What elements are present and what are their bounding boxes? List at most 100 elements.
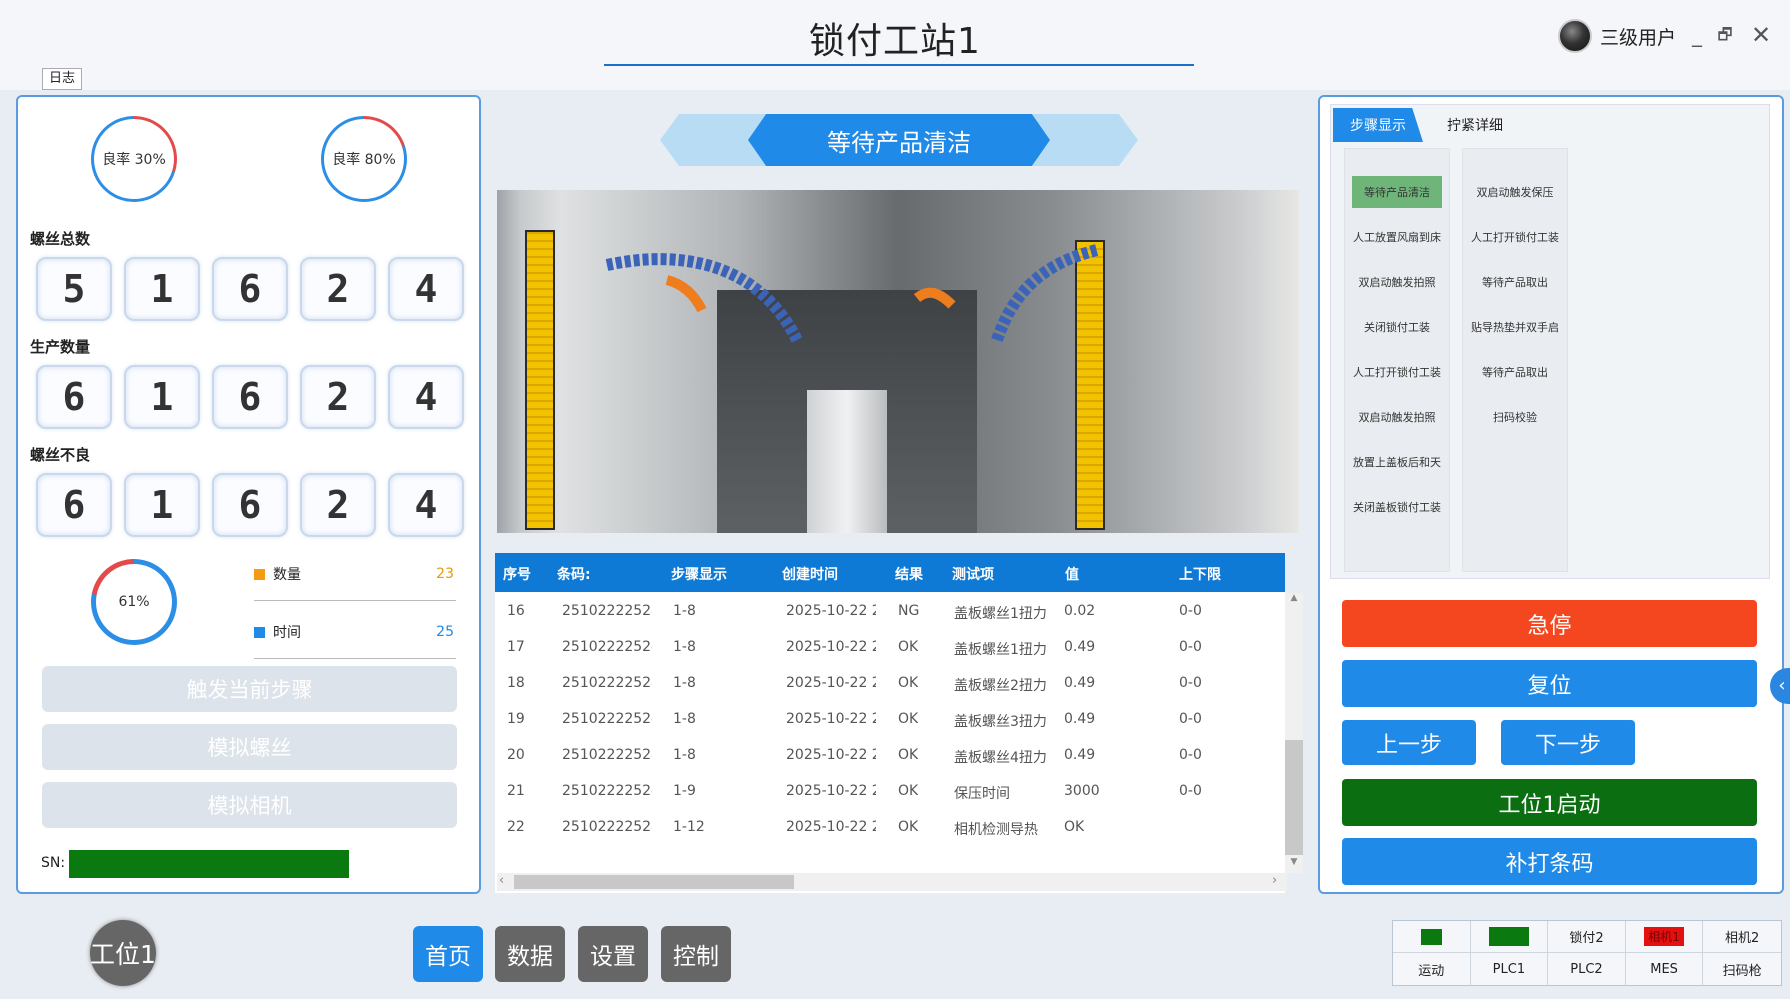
- trigger-step-button[interactable]: 触发当前步骤: [42, 666, 457, 712]
- scroll-right-icon[interactable]: ›: [1272, 873, 1284, 891]
- reset-button[interactable]: 复位: [1342, 660, 1757, 707]
- close-icon[interactable]: ✕: [1748, 22, 1774, 48]
- col-header: 结果: [895, 567, 923, 583]
- cell: 22: [507, 819, 525, 835]
- step-item[interactable]: 关闭盖板锁付工装: [1352, 491, 1442, 523]
- table-row[interactable]: 18 25102222524 1-8 2025-10-22 2 OK 盖板螺丝2…: [495, 666, 1285, 702]
- production-label: 生产数量: [30, 338, 91, 356]
- status-cell-mes: MES: [1626, 953, 1704, 985]
- status-cell-plc2: PLC2: [1548, 953, 1626, 985]
- step-item[interactable]: 贴导热垫并双手启: [1470, 311, 1560, 343]
- col-header: 条码:: [557, 567, 591, 583]
- avatar[interactable]: [1558, 19, 1592, 53]
- digit: 4: [388, 257, 464, 321]
- cell: 1-8: [673, 711, 696, 727]
- horizontal-scroll-thumb[interactable]: [514, 875, 794, 889]
- yield-ring-2: 良率 80%: [321, 116, 407, 202]
- step-item[interactable]: 等待产品取出: [1470, 356, 1560, 388]
- yield-ring-1-label: 良率 30%: [94, 119, 174, 199]
- legend-time: 时间 25: [254, 622, 454, 642]
- nav-data[interactable]: 数据: [495, 926, 565, 982]
- digit: 4: [388, 473, 464, 537]
- log-tab[interactable]: 日志: [42, 68, 82, 90]
- station-badge[interactable]: 工位1: [90, 920, 156, 986]
- table-row[interactable]: 17 25102222524 1-8 2025-10-22 2 OK 盖板螺丝1…: [495, 630, 1285, 666]
- digit: 1: [124, 257, 200, 321]
- tab-steps[interactable]: 步骤显示: [1333, 108, 1423, 142]
- table-row[interactable]: 16 25102222524 1-8 2025-10-22 2 NG 盖板螺丝1…: [495, 594, 1285, 630]
- status-cell-camera1: 相机1: [1625, 921, 1704, 953]
- status-cell-lock2: 锁付2: [1548, 921, 1626, 953]
- table-row[interactable]: 21 25102222524 1-9 2025-10-22 2 OK 保压时间 …: [495, 774, 1285, 810]
- simulate-screw-button[interactable]: 模拟螺丝: [42, 724, 457, 770]
- step-item[interactable]: 关闭锁付工装: [1352, 311, 1442, 343]
- cell: 18: [507, 675, 525, 691]
- table-row[interactable]: 19 25102222524 1-8 2025-10-22 2 OK 盖板螺丝3…: [495, 702, 1285, 738]
- title-underline: [604, 64, 1194, 66]
- minimize-icon[interactable]: _: [1684, 22, 1710, 48]
- step-item[interactable]: 等待产品清洁: [1352, 176, 1442, 208]
- tab-tighten-detail[interactable]: 拧紧详细: [1430, 108, 1520, 142]
- camera-view: [497, 190, 1299, 533]
- progress-donut: 61%: [91, 559, 177, 645]
- next-step-button[interactable]: 下一步: [1501, 720, 1635, 765]
- status-lamp: IO: [1420, 928, 1442, 945]
- status-cell-lock1: 锁付1: [1470, 921, 1549, 953]
- cell: 3000: [1064, 783, 1100, 799]
- scroll-left-icon[interactable]: ‹: [499, 873, 511, 891]
- scroll-down-icon[interactable]: ▼: [1285, 857, 1303, 871]
- vertical-scroll-thumb[interactable]: [1285, 740, 1303, 855]
- cell: 1-8: [673, 747, 696, 763]
- status-banner: 等待产品清洁: [748, 114, 1050, 166]
- cell: 0-0: [1179, 783, 1202, 799]
- nav-settings[interactable]: 设置: [578, 926, 648, 982]
- cell: OK: [898, 639, 919, 655]
- records-table: 序号 条码: 步骤显示 创建时间 结果 测试项 值 上下限 16 2510222…: [495, 553, 1285, 893]
- sn-field[interactable]: [69, 850, 349, 878]
- restore-icon[interactable]: 🗗: [1712, 22, 1738, 48]
- screw-bad-label: 螺丝不良: [30, 446, 91, 464]
- step-item[interactable]: 扫码校验: [1470, 401, 1560, 433]
- cell: 0-0: [1179, 747, 1202, 763]
- digit: 2: [300, 473, 376, 537]
- cell: OK: [898, 747, 919, 763]
- user-info[interactable]: 三级用户: [1558, 18, 1676, 54]
- cell: 盖板螺丝2扭力: [954, 678, 1046, 694]
- step-item[interactable]: 双启动触发拍照: [1352, 401, 1442, 433]
- divider: [254, 600, 456, 601]
- step-item[interactable]: 人工打开锁付工装: [1470, 221, 1560, 253]
- col-header: 上下限: [1179, 567, 1221, 583]
- step-item[interactable]: 人工放置风扇到床: [1352, 221, 1442, 253]
- cell: 2025-10-22 2: [786, 639, 876, 655]
- step-item[interactable]: 等待产品取出: [1470, 266, 1560, 298]
- simulate-camera-button[interactable]: 模拟相机: [42, 782, 457, 828]
- reprint-barcode-button[interactable]: 补打条码: [1342, 838, 1757, 885]
- cell: 0.49: [1064, 747, 1096, 763]
- yield-ring-1: 良率 30%: [91, 116, 177, 202]
- col-header: 步骤显示: [671, 567, 727, 583]
- station-start-button[interactable]: 工位1启动: [1342, 779, 1757, 826]
- cell: 0-0: [1179, 603, 1202, 619]
- table-row[interactable]: 22 25102222524 1-12 2025-10-22 2 OK 相机检测…: [495, 810, 1285, 846]
- step-item[interactable]: 放置上盖板后和天: [1352, 446, 1442, 478]
- nozzle-pipes: [605, 244, 1099, 343]
- nav-control[interactable]: 控制: [661, 926, 731, 982]
- digit: 2: [300, 365, 376, 429]
- cell: 2025-10-22 2: [786, 603, 876, 619]
- cell: OK: [898, 675, 919, 691]
- emergency-stop-button[interactable]: 急停: [1342, 600, 1757, 647]
- status-cell-camera2: 相机2: [1703, 921, 1781, 953]
- legend-quantity: 数量 23: [254, 564, 454, 584]
- device-status-grid: IO 锁付1 锁付2 相机1 相机2 运动 PLC1 PLC2 MES 扫码枪: [1392, 920, 1782, 986]
- page-title: 锁付工站1: [809, 21, 981, 62]
- prev-step-button[interactable]: 上一步: [1342, 720, 1476, 765]
- legend-swatch: [254, 568, 265, 580]
- table-row[interactable]: 20 25102222524 1-8 2025-10-22 2 OK 盖板螺丝4…: [495, 738, 1285, 774]
- step-item[interactable]: 双启动触发保压: [1470, 176, 1560, 208]
- cell: 0-0: [1179, 711, 1202, 727]
- step-item[interactable]: 双启动触发拍照: [1352, 266, 1442, 298]
- cell: 1-12: [673, 819, 705, 835]
- scroll-up-icon[interactable]: ▲: [1285, 593, 1303, 607]
- step-item[interactable]: 人工打开锁付工装: [1352, 356, 1442, 388]
- nav-home[interactable]: 首页: [413, 926, 483, 982]
